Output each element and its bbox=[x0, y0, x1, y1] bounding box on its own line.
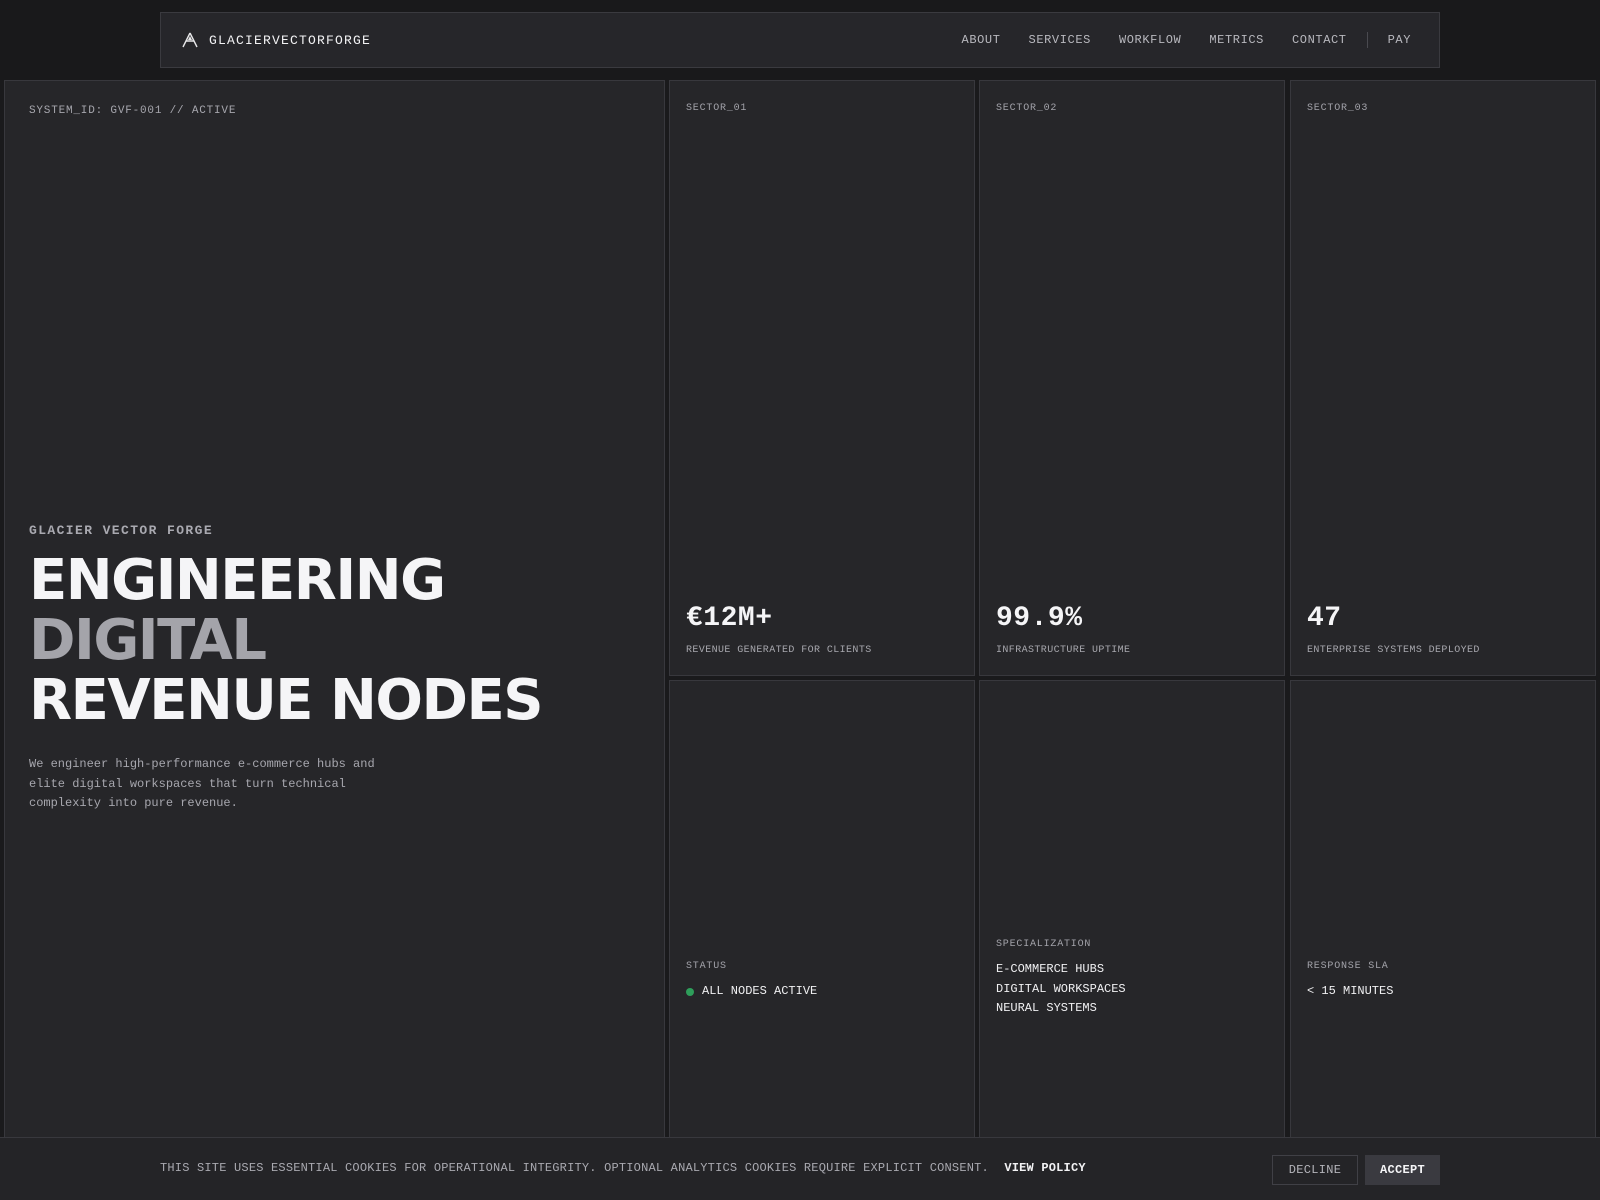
main-nav: GLACIERVECTORFORGE ABOUT SERVICES WORKFL… bbox=[160, 12, 1440, 68]
status-label: STATUS bbox=[686, 961, 727, 972]
sector-label: SECTOR_03 bbox=[1307, 103, 1369, 114]
sla-value: < 15 MINUTES bbox=[1307, 984, 1394, 998]
top-bar: GLACIERVECTORFORGE ABOUT SERVICES WORKFL… bbox=[0, 0, 1600, 80]
hero-panel: SYSTEM_ID: GVF-001 // ACTIVE GLACIER VEC… bbox=[4, 80, 665, 1140]
status-text: ALL NODES ACTIVE bbox=[702, 984, 818, 998]
nav-link-services[interactable]: SERVICES bbox=[1029, 33, 1091, 47]
status-dot-icon bbox=[686, 987, 694, 996]
stat-card-revenue: SECTOR_01 €12M+ REVENUE GENERATED FOR CL… bbox=[669, 80, 975, 676]
nav-link-about[interactable]: ABOUT bbox=[962, 33, 1001, 47]
hero-eyebrow: GLACIER VECTOR FORGE bbox=[29, 523, 214, 538]
hero-title-line1: ENGINEERING bbox=[29, 548, 446, 613]
nav-link-pay[interactable]: PAY bbox=[1388, 33, 1411, 47]
stat-caption: ENTERPRISE SYSTEMS DEPLOYED bbox=[1307, 645, 1480, 656]
brand[interactable]: GLACIERVECTORFORGE bbox=[181, 31, 371, 49]
stat-caption: REVENUE GENERATED FOR CLIENTS bbox=[686, 645, 872, 656]
brand-name: GLACIERVECTORFORGE bbox=[209, 32, 372, 48]
mountain-logo-icon bbox=[181, 31, 199, 49]
stat-value: 99.9% bbox=[996, 603, 1083, 634]
sector-label: SECTOR_02 bbox=[996, 103, 1058, 114]
specialization-list: E-COMMERCE HUBS DIGITAL WORKSPACES NEURA… bbox=[996, 960, 1126, 1019]
view-policy-link[interactable]: VIEW POLICY bbox=[1004, 1161, 1085, 1175]
hero-title-line2: DIGITAL bbox=[29, 608, 267, 673]
specialization-item: E-COMMERCE HUBS bbox=[996, 962, 1105, 976]
nav-link-workflow[interactable]: WORKFLOW bbox=[1119, 33, 1181, 47]
accept-button[interactable]: ACCEPT bbox=[1365, 1155, 1440, 1185]
system-id: SYSTEM_ID: GVF-001 // ACTIVE bbox=[29, 105, 237, 117]
hero-description: We engineer high-performance e-commerce … bbox=[29, 757, 375, 810]
stat-value: €12M+ bbox=[686, 603, 773, 634]
specialization-item: DIGITAL WORKSPACES bbox=[996, 981, 1126, 996]
cookie-text: THIS SITE USES ESSENTIAL COOKIES FOR OPE… bbox=[160, 1161, 989, 1175]
cookie-banner: THIS SITE USES ESSENTIAL COOKIES FOR OPE… bbox=[0, 1137, 1600, 1200]
nav-links: ABOUT SERVICES WORKFLOW METRICS CONTACT … bbox=[934, 32, 1411, 48]
cookie-message: THIS SITE USES ESSENTIAL COOKIES FOR OPE… bbox=[160, 1161, 1086, 1175]
sla-label: RESPONSE SLA bbox=[1307, 961, 1389, 972]
stat-card-uptime: SECTOR_02 99.9% INFRASTRUCTURE UPTIME bbox=[979, 80, 1285, 676]
hero-title-line3: REVENUE NODES bbox=[29, 668, 544, 733]
status-value: ALL NODES ACTIVE bbox=[686, 982, 817, 1002]
stat-value: 47 bbox=[1307, 603, 1342, 634]
sla-card: RESPONSE SLA < 15 MINUTES bbox=[1290, 680, 1596, 1154]
nav-divider bbox=[1366, 32, 1368, 48]
stat-caption: INFRASTRUCTURE UPTIME bbox=[996, 645, 1131, 656]
stat-card-systems: SECTOR_03 47 ENTERPRISE SYSTEMS DEPLOYED bbox=[1290, 80, 1596, 676]
sector-label: SECTOR_01 bbox=[686, 103, 748, 114]
specialization-label: SPECIALIZATION bbox=[996, 939, 1092, 950]
nav-link-metrics[interactable]: METRICS bbox=[1209, 33, 1264, 47]
decline-button[interactable]: DECLINE bbox=[1272, 1155, 1358, 1185]
status-card: STATUS ALL NODES ACTIVE bbox=[669, 680, 975, 1154]
hero-title: ENGINEERING DIGITAL REVENUE NODES bbox=[29, 548, 544, 733]
specialization-item: NEURAL SYSTEMS bbox=[996, 1001, 1097, 1015]
specialization-card: SPECIALIZATION E-COMMERCE HUBS DIGITAL W… bbox=[979, 680, 1285, 1154]
nav-link-contact[interactable]: CONTACT bbox=[1292, 33, 1347, 47]
